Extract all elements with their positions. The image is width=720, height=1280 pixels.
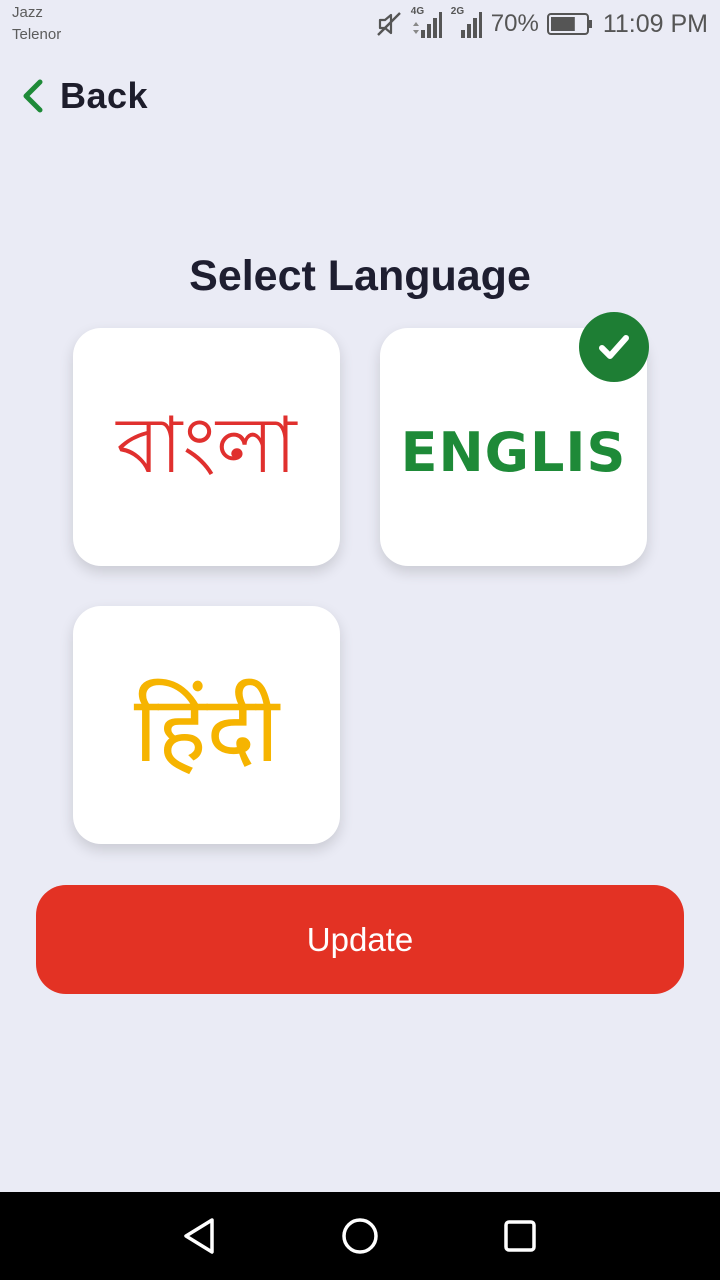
language-card-hindi[interactable]: हिंदी xyxy=(73,606,340,844)
battery-icon xyxy=(546,13,592,35)
battery-percent: 70% xyxy=(490,10,539,37)
carrier-2: Telenor xyxy=(12,26,62,43)
language-label-hindi: हिंदी xyxy=(133,675,280,783)
language-card-bangla[interactable]: বাংলা xyxy=(73,328,340,566)
status-icons: 4G 2G 70% 11:09 PM xyxy=(375,6,708,42)
mute-icon xyxy=(376,12,401,36)
network-type-2: 2G xyxy=(450,6,465,17)
recents-square-icon[interactable] xyxy=(498,1214,542,1258)
back-label: Back xyxy=(60,75,149,116)
language-label-bangla: বাংলা xyxy=(116,401,297,491)
clock: 11:09 PM xyxy=(602,9,708,38)
carrier-1: Jazz xyxy=(12,4,43,21)
language-label-english: ENGLIS xyxy=(400,420,627,484)
language-selection-screen: Jazz Telenor 4G 2G 70% 11:09 PM Back Sel… xyxy=(0,0,720,1280)
home-circle-icon[interactable] xyxy=(338,1214,382,1258)
status-bar: Jazz Telenor 4G 2G 70% 11:09 PM xyxy=(0,0,720,50)
update-button[interactable]: Update xyxy=(36,885,684,994)
network-type-1: 4G xyxy=(410,6,425,17)
back-triangle-icon[interactable] xyxy=(178,1214,222,1258)
signal-group-2: 2G xyxy=(451,6,483,38)
language-card-english[interactable]: ENGLIS xyxy=(380,312,649,566)
back-button[interactable]: Back xyxy=(16,72,148,120)
chevron-left-icon xyxy=(23,79,43,113)
navigation-bar xyxy=(0,1192,720,1280)
page-title: Select Language xyxy=(189,252,531,300)
check-icon xyxy=(599,335,629,359)
selected-check-badge xyxy=(579,312,649,382)
signal-group-1: 4G xyxy=(411,6,443,38)
